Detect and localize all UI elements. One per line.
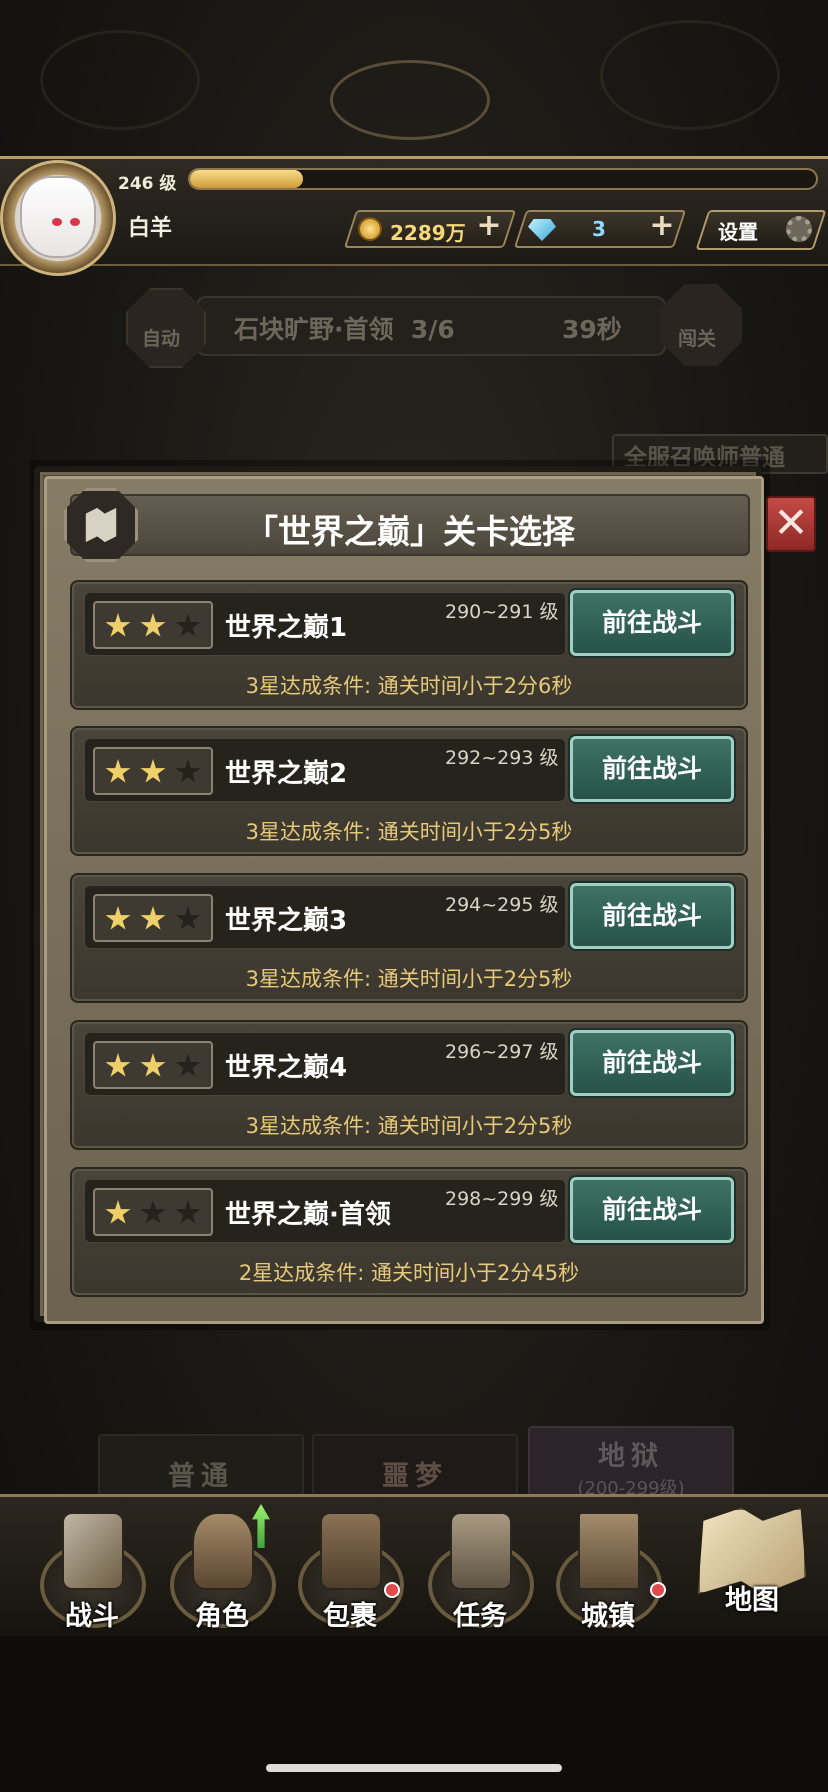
go-battle-label: 前往战斗 (601, 901, 702, 930)
close-icon[interactable]: ✕ (772, 498, 810, 548)
player-name: 白羊 (128, 216, 173, 241)
star-condition: 2星达成条件: 通关时间小于2分45秒 (238, 1261, 580, 1285)
go-battle-button[interactable]: 前往战斗 (570, 1177, 734, 1243)
level-card: 世界之巅·首领 298~299 级 前往战斗 2星达成条件: 通关时间小于2分4… (70, 1167, 748, 1297)
settings-label: 设置 (718, 220, 758, 244)
star-icon (105, 1053, 131, 1077)
star-icon (140, 906, 166, 930)
crossed-swords-icon (62, 1512, 124, 1590)
gold-amount: 2289万 (390, 221, 466, 245)
stage-name: 石块旷野·首领 3/6 (234, 315, 455, 344)
star-condition: 3星达成条件: 通关时间小于2分5秒 (245, 1114, 573, 1138)
home-indicator (266, 1764, 562, 1772)
tab-normal-label: 普通 (168, 1461, 234, 1492)
star-icon (175, 1200, 201, 1224)
star-icon (105, 759, 131, 783)
level-range: 294~295 级 (445, 894, 559, 916)
star-icon (140, 1053, 166, 1077)
level-name: 世界之巅3 (225, 906, 348, 936)
go-battle-label: 前往战斗 (601, 1195, 702, 1224)
star-icon (140, 759, 166, 783)
gold-coin-icon (358, 217, 382, 241)
helmet-icon (192, 1512, 254, 1590)
star-icon (105, 906, 131, 930)
go-battle-button[interactable]: 前往战斗 (570, 736, 734, 802)
level-card: 世界之巅2 292~293 级 前往战斗 3星达成条件: 通关时间小于2分5秒 (70, 726, 748, 856)
ornament (600, 20, 780, 130)
upgrade-arrow-icon (252, 1504, 270, 1548)
level-info-panel: 世界之巅4 296~297 级 (84, 1032, 566, 1096)
stage-timer: 39秒 (562, 315, 622, 344)
go-battle-button[interactable]: 前往战斗 (570, 1030, 734, 1096)
player-level: 246 级 (118, 174, 177, 194)
star-rating (93, 747, 213, 795)
modal-title: 「世界之巅」关卡选择 (245, 512, 575, 551)
go-battle-button[interactable]: 前往战斗 (570, 590, 734, 656)
tower-icon (578, 1512, 640, 1590)
go-battle-button[interactable]: 前往战斗 (570, 883, 734, 949)
star-icon (140, 613, 166, 637)
tab-nightmare-label: 噩梦 (382, 1461, 448, 1492)
nav-town-label: 城镇 (581, 1601, 635, 1632)
nav-quests-label: 任务 (453, 1601, 507, 1632)
level-card: 世界之巅1 290~291 级 前往战斗 3星达成条件: 通关时间小于2分6秒 (70, 580, 748, 710)
scroll-icon (450, 1512, 512, 1590)
nav-bag[interactable]: 包裹 (292, 1504, 408, 1632)
xp-bar-fill (190, 170, 303, 188)
level-range: 292~293 级 (445, 747, 559, 769)
level-name: 世界之巅2 (225, 759, 348, 789)
star-rating (93, 601, 213, 649)
level-info-panel: 世界之巅2 292~293 级 (84, 738, 566, 802)
star-icon (175, 1053, 201, 1077)
add-diamond-button[interactable]: + (645, 211, 679, 245)
star-condition: 3星达成条件: 通关时间小于2分5秒 (245, 967, 573, 991)
level-range: 290~291 级 (445, 601, 559, 623)
go-battle-label: 前往战斗 (601, 1048, 702, 1077)
star-condition: 3星达成条件: 通关时间小于2分6秒 (245, 674, 573, 698)
star-icon (140, 1200, 166, 1224)
ornament (40, 30, 200, 130)
level-name: 世界之巅4 (225, 1053, 348, 1083)
star-icon (175, 759, 201, 783)
level-name: 世界之巅·首领 (225, 1200, 391, 1230)
gear-icon (786, 216, 812, 242)
level-card: 世界之巅3 294~295 级 前往战斗 3星达成条件: 通关时间小于2分5秒 (70, 873, 748, 1003)
go-battle-label: 前往战斗 (601, 608, 702, 637)
ornament (330, 60, 490, 140)
nav-bag-label: 包裹 (323, 1601, 377, 1632)
star-rating (93, 1041, 213, 1089)
add-gold-button[interactable]: + (472, 211, 506, 245)
nav-map[interactable]: 地图 (690, 1502, 814, 1632)
level-info-panel: 世界之巅1 290~291 级 (84, 592, 566, 656)
auto-battle-label: 自动 (142, 328, 181, 350)
go-battle-label: 前往战斗 (601, 754, 702, 783)
tab-hell-label: 地狱 (598, 1441, 664, 1472)
star-rating (93, 894, 213, 942)
xp-bar (188, 168, 818, 190)
star-rating (93, 1188, 213, 1236)
level-range: 298~299 级 (445, 1188, 559, 1210)
nav-battle[interactable]: 战斗 (34, 1504, 150, 1632)
nav-map-label: 地图 (725, 1585, 779, 1616)
star-icon (175, 613, 201, 637)
level-name: 世界之巅1 (225, 613, 348, 643)
star-icon (175, 906, 201, 930)
level-info-panel: 世界之巅3 294~295 级 (84, 885, 566, 949)
level-card: 世界之巅4 296~297 级 前往战斗 3星达成条件: 通关时间小于2分5秒 (70, 1020, 748, 1150)
level-info-panel: 世界之巅·首领 298~299 级 (84, 1179, 566, 1243)
nav-quests[interactable]: 任务 (422, 1504, 538, 1632)
star-icon (105, 1200, 131, 1224)
star-icon (105, 613, 131, 637)
nav-character-label: 角色 (195, 1601, 249, 1632)
bag-icon (320, 1512, 382, 1590)
challenge-label: 闯关 (678, 328, 717, 350)
level-range: 296~297 级 (445, 1041, 559, 1063)
nav-town[interactable]: 城镇 (550, 1504, 666, 1632)
nav-character[interactable]: 角色 (164, 1504, 280, 1632)
avatar-portrait (20, 176, 96, 258)
diamond-amount: 3 (592, 217, 606, 241)
nav-battle-label: 战斗 (65, 1601, 119, 1632)
star-condition: 3星达成条件: 通关时间小于2分5秒 (245, 820, 573, 844)
